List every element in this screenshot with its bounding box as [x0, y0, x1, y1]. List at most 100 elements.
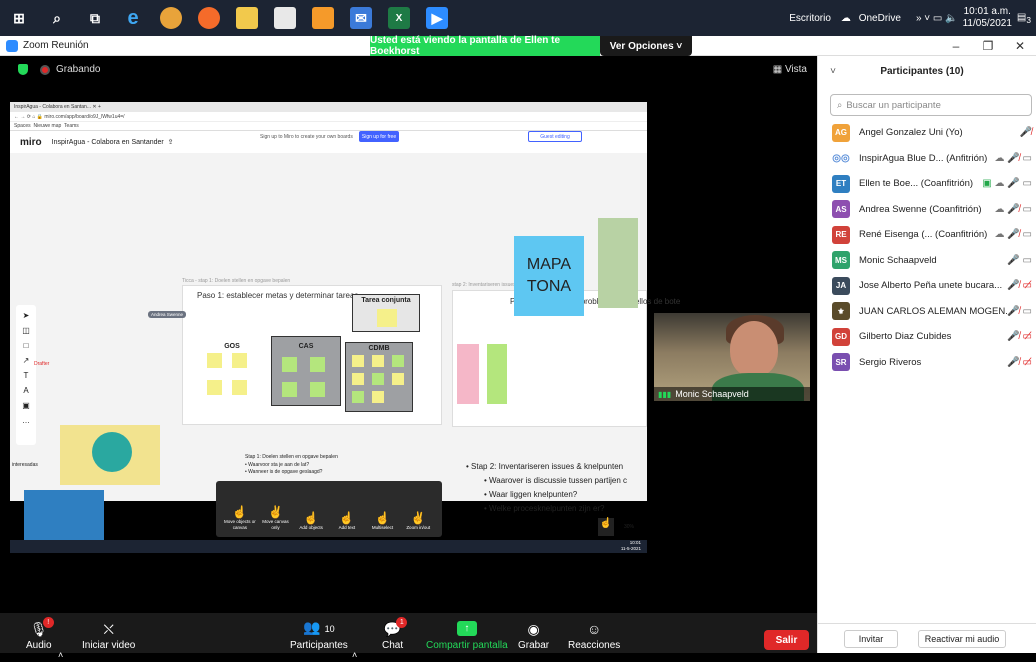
cas-box: CAS — [271, 336, 341, 406]
windows-taskbar: ⊞ ⌕ ⧉ e ✉ X ▶ Escritorio ☁ OneDrive » ˅ … — [0, 0, 1036, 36]
onedrive-label[interactable]: ☁ OneDrive — [841, 13, 906, 24]
avatar: AS — [832, 200, 850, 219]
minimize-icon[interactable]: – — [940, 36, 972, 56]
restore-icon[interactable]: ❐ — [972, 36, 1004, 56]
participant-row[interactable]: ⚜ JUAN CARLOS ALEMAN MOGEN... 🎤̸ ▭ — [818, 299, 1036, 325]
more-tools-icon[interactable]: … — [22, 416, 30, 431]
invite-button[interactable]: Invitar — [844, 629, 898, 648]
participant-row[interactable]: RE René Eisenga (... (Coanfitrión) ☁ 🎤̸ … — [818, 222, 1036, 248]
sticky-note — [232, 380, 247, 395]
participant-status-icons[interactable]: ☁ 🎤̸ ▭ — [995, 204, 1036, 215]
touch-move-objects: ☝ Move objects or canvas — [223, 505, 256, 530]
firefox-icon[interactable] — [198, 7, 220, 29]
text-tool-icon[interactable]: T — [24, 371, 29, 386]
participant-row[interactable]: ET Ellen te Boe... (Coanfitrión) ▣ ☁ 🎤 ▭ — [818, 171, 1036, 197]
audio-button[interactable]: 🎙! Audio — [26, 613, 54, 653]
select-tool-icon[interactable]: ➤ — [23, 311, 30, 326]
ie-icon[interactable]: e — [122, 7, 144, 29]
frame-tool-icon[interactable]: ▣ — [22, 401, 30, 416]
search-icon[interactable]: ⌕ — [46, 7, 68, 29]
shared-windows-taskbar: 10:01 11-5-2021 — [10, 540, 647, 553]
sticky-note — [377, 309, 397, 327]
share-screen-button[interactable]: ↑ Compartir pantalla — [426, 613, 508, 653]
collapse-chevron-icon[interactable]: ˅ — [818, 66, 848, 77]
touch-hand-icon: ☝ — [598, 518, 614, 536]
start-video-button[interactable]: ⛌ Iniciar video — [82, 613, 135, 653]
video-off-icon: ⛌ — [103, 621, 114, 637]
windows-logo-icon[interactable]: ⊞ — [8, 7, 30, 29]
participant-status-icons[interactable]: ☁ 🎤̸ ▭ — [995, 229, 1036, 240]
avatar: ⚜ — [832, 302, 850, 321]
record-button[interactable]: ◉ Grabar — [518, 613, 549, 653]
search-icon: ⌕ — [837, 99, 843, 111]
sticky-note — [372, 355, 384, 367]
participant-status-icons[interactable]: ☁ 🎤̸ ▭ — [995, 153, 1036, 164]
reactions-button[interactable]: ☺ Reacciones — [568, 613, 620, 653]
participants-button[interactable]: 👥 10 Participantes — [290, 613, 348, 653]
avatar: GD — [832, 327, 850, 346]
participant-row[interactable]: GD Gilberto Diaz Cubides 🎤̸ ▭̸ — [818, 324, 1036, 350]
miro-logo: miro — [20, 136, 42, 148]
sticky-note — [372, 391, 384, 403]
desktop-label[interactable]: Escritorio — [789, 13, 831, 24]
inner-clock: 10:01 11-5-2021 — [620, 540, 641, 551]
view-options-button[interactable]: Ver Opciones ˅ — [600, 36, 692, 56]
reactivate-audio-button[interactable]: Reactivar mi audio — [918, 629, 1006, 648]
mic-muted-icon[interactable]: 🎤̸ — [1020, 127, 1036, 138]
shape-tool-icon[interactable]: □ — [24, 341, 29, 356]
avatar: RE — [832, 225, 850, 244]
mail-icon[interactable]: ✉ — [350, 7, 372, 29]
participant-status-icons[interactable]: 🎤̸ ▭̸ — [1007, 357, 1036, 368]
close-icon[interactable]: ✕ — [1004, 36, 1036, 56]
shield-icon[interactable] — [18, 64, 28, 75]
touch-move-canvas: ✌ Move canvas only — [262, 505, 289, 530]
participants-chevron-icon[interactable]: ˄ — [352, 622, 357, 662]
chat-button[interactable]: 💬 1 Chat — [382, 613, 408, 653]
explorer-icon[interactable] — [236, 7, 258, 29]
participant-row[interactable]: AS Andrea Swenne (Coanfitrión) ☁ 🎤̸ ▭ — [818, 197, 1036, 223]
signup-button: Sign up for free — [359, 131, 399, 142]
participant-list: AG Angel Gonzalez Uni (Yo) 🎤̸ ◎◎ InspirA… — [818, 120, 1036, 375]
share-screen-icon: ↑ — [456, 621, 477, 636]
panel-header: ˅ Participantes (10) — [818, 56, 1036, 86]
participant-status-icons[interactable]: 🎤̸ ▭̸ — [1007, 280, 1036, 291]
cdmb-box: CDMB — [345, 342, 413, 412]
sticky-note — [207, 380, 222, 395]
store-icon[interactable] — [274, 7, 296, 29]
participant-video-tile[interactable]: ▮▮▮ Monic Schaapveld — [654, 313, 810, 401]
leave-button[interactable]: Salir — [764, 630, 809, 650]
participant-status-icons[interactable]: ▣ ☁ 🎤 ▭ — [982, 178, 1036, 189]
participant-search-input[interactable]: ⌕ Buscar un participante — [830, 94, 1032, 116]
tray-chevron-icon[interactable]: » ˅ ▭ 🔈 — [916, 13, 958, 24]
photos-icon[interactable] — [312, 7, 334, 29]
avatar: ◎◎ — [832, 149, 850, 168]
stap2-text: • Stap 2: Inventariseren issues & knelpu… — [466, 462, 628, 513]
recording-indicator: Grabando — [18, 64, 100, 75]
sticky-tool-icon[interactable]: ◫ — [22, 326, 30, 341]
sticky-note — [352, 391, 364, 403]
clock[interactable]: 10:01 a.m. 11/05/2021 — [963, 6, 1012, 30]
view-button[interactable]: ▦ Vista — [773, 64, 807, 75]
chrome-icon[interactable] — [160, 7, 182, 29]
audio-options-chevron-icon[interactable]: ˄ — [58, 622, 63, 662]
notification-icon[interactable]: ▤3 — [1017, 12, 1031, 25]
record-dot-icon — [40, 64, 50, 75]
participant-status-icons[interactable]: 🎤̸ ▭̸ — [1007, 331, 1036, 342]
pen-tool-icon[interactable]: ↗ — [23, 356, 30, 371]
sticky-note — [310, 357, 325, 372]
participant-row[interactable]: MS Monic Schaapveld 🎤 ▭ — [818, 248, 1036, 274]
zoom-icon[interactable]: ▶ — [426, 7, 448, 29]
participant-status-icons[interactable]: 🎤̸ ▭ — [1007, 306, 1036, 317]
mindmap-circle — [92, 432, 132, 472]
sticky-column — [487, 344, 507, 404]
task-view-icon[interactable]: ⧉ — [84, 7, 106, 29]
participant-row[interactable]: JA Jose Alberto Peña unete bucara... 🎤̸ … — [818, 273, 1036, 299]
participant-row[interactable]: SR Sergio Riveros 🎤̸ ▭̸ — [818, 350, 1036, 376]
excel-icon[interactable]: X — [388, 7, 410, 29]
marker-tool-icon[interactable]: A — [23, 386, 28, 401]
participant-row[interactable]: AG Angel Gonzalez Uni (Yo) 🎤̸ — [818, 120, 1036, 146]
drafter-label: Drafter — [34, 361, 50, 367]
participant-row[interactable]: ◎◎ InspirAgua Blue D... (Anfitrión) ☁ 🎤̸… — [818, 146, 1036, 172]
participants-icon: 👥 10 — [303, 619, 335, 635]
participant-status-icons[interactable]: 🎤 ▭ — [1007, 255, 1036, 266]
